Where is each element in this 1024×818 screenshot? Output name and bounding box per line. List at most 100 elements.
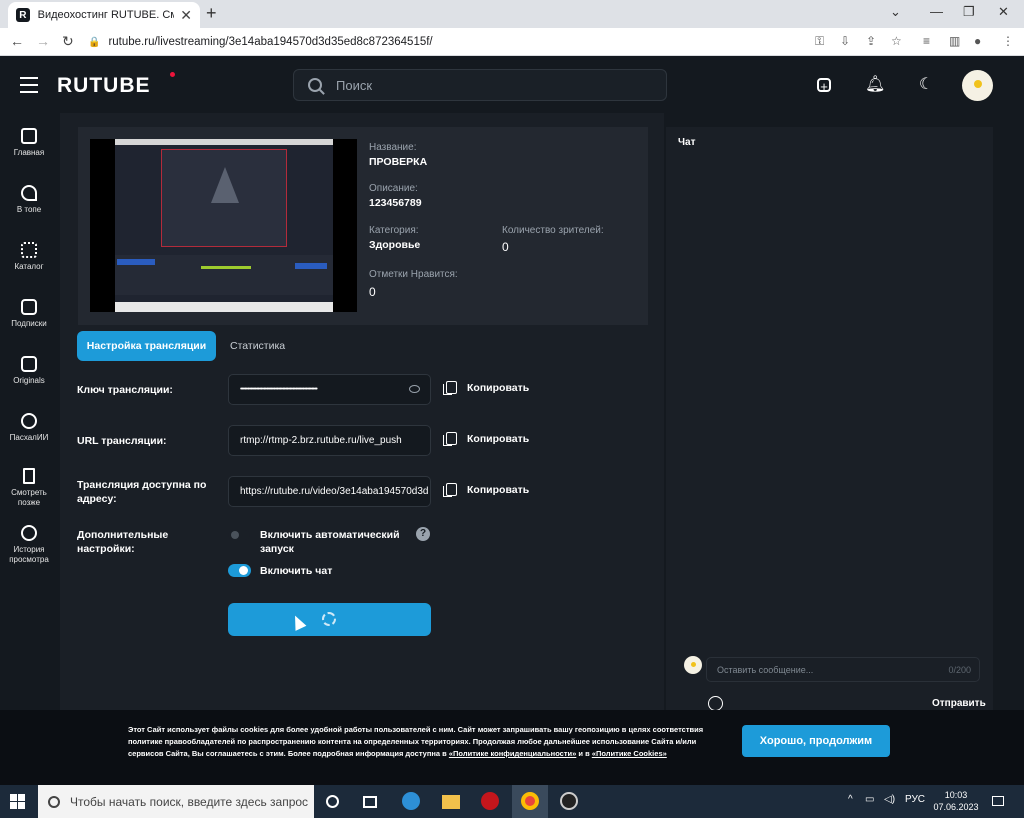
chat-send-button[interactable]: Отправить <box>932 698 986 709</box>
tab-statistics[interactable]: Статистика <box>230 340 285 352</box>
emoji-icon[interactable] <box>708 696 723 711</box>
preview-statusbar <box>115 302 333 312</box>
stream-url-value: rtmp://rtmp-2.brz.rutube.ru/live_push <box>240 435 402 446</box>
taskbar-clock[interactable]: 10:03 07.06.2023 <box>930 789 982 813</box>
sidebar-item-home[interactable]: Главная <box>0 128 58 158</box>
key-icon[interactable]: ⚿ <box>815 34 824 49</box>
cookie-banner: Этот Сайт использует файлы cookies для б… <box>0 710 1024 785</box>
sidebar-item-catalog[interactable]: Каталог <box>0 242 58 272</box>
grid-icon <box>21 242 37 258</box>
sidebar-item-subscriptions[interactable]: Подписки <box>0 299 58 329</box>
opera-icon[interactable] <box>481 792 499 810</box>
stream-preview[interactable] <box>90 139 357 312</box>
cookie-accept-button[interactable]: Хорошо, продолжим <box>742 725 890 757</box>
chrome-icon[interactable] <box>521 792 539 810</box>
sidebar-item-watch-later[interactable]: Смотреть позже <box>0 468 58 508</box>
menu-dots-icon[interactable]: ⋮ <box>1002 34 1014 48</box>
preview-audio-meter <box>201 266 251 269</box>
chat-title: Чат <box>678 137 696 148</box>
close-tab-icon[interactable]: ✕ <box>180 7 192 24</box>
preview-control-highlight <box>295 263 327 269</box>
copy-icon <box>443 432 457 446</box>
chat-toggle[interactable] <box>228 564 251 577</box>
privacy-policy-link[interactable]: «Политике конфиденциальности» <box>449 749 576 758</box>
cookie-policy-link[interactable]: «Политике Cookies» <box>592 749 667 758</box>
copy-icon <box>443 381 457 395</box>
stream-address-field[interactable]: https://rutube.ru/video/3e14aba194570d3d <box>228 476 431 507</box>
add-video-icon[interactable]: + <box>817 78 831 94</box>
bookmark-star-icon[interactable]: ☆ <box>891 34 902 48</box>
stream-key-value: ••••••••••••••••••••••••••••••••••••••••… <box>240 386 318 393</box>
profile-icon[interactable]: ● <box>974 34 981 48</box>
copy-icon <box>443 483 457 497</box>
copy-label: Копировать <box>467 381 530 394</box>
help-icon[interactable]: ? <box>416 527 430 541</box>
side-panel-icon[interactable]: ▥ <box>949 34 960 48</box>
browser-tab[interactable]: R Видеохостинг RUTUBE. Смотрите ✕ <box>8 2 200 28</box>
rocket-icon <box>21 185 37 201</box>
start-stream-button[interactable] <box>228 603 431 636</box>
chat-input-placeholder: Оставить сообщение... <box>717 664 814 675</box>
bell-icon[interactable]: 🔔︎ <box>865 75 885 95</box>
tab-search-icon[interactable]: ⌄ <box>890 4 901 20</box>
clock-time: 10:03 <box>944 790 968 800</box>
sidebar-item-originals[interactable]: Originals <box>0 356 58 386</box>
chat-message-input[interactable]: Оставить сообщение... 0/200 <box>706 657 980 682</box>
edge-icon[interactable] <box>402 792 420 810</box>
share-icon[interactable]: ⇪ <box>866 34 876 48</box>
new-tab-icon[interactable]: + <box>206 3 217 24</box>
taskbar-search-input[interactable]: Чтобы начать поиск, введите здесь запрос <box>38 785 314 818</box>
moon-icon[interactable]: ☾ <box>916 75 936 95</box>
install-icon[interactable]: ⇩ <box>840 34 850 48</box>
app-header: RUTUBE Поиск + 🔔︎ ☾ <box>0 57 1024 113</box>
forward-icon[interactable]: → <box>36 33 50 49</box>
sidebar: Главная В топе Каталог Подписки Original… <box>0 113 58 783</box>
originals-icon <box>21 356 37 372</box>
reload-icon[interactable]: ↻ <box>62 33 74 50</box>
notifications-icon[interactable] <box>992 796 1004 806</box>
chat-panel <box>666 127 993 710</box>
category-label: Категория: <box>369 225 419 236</box>
description-value: 123456789 <box>369 197 422 209</box>
stream-url-label: URL трансляции: <box>77 435 167 447</box>
network-icon[interactable]: ▭ <box>865 794 874 805</box>
sidebar-item-easter[interactable]: ПасхалИИ <box>0 413 58 443</box>
sidebar-item-history[interactable]: История просмотра <box>0 525 58 565</box>
tray-chevron-icon[interactable]: ^ <box>848 794 853 805</box>
stream-key-field[interactable]: ••••••••••••••••••••••••••••••••••••••••… <box>228 374 431 405</box>
sidebar-item-label: Подписки <box>11 319 47 328</box>
menu-burger-icon[interactable] <box>20 77 38 98</box>
taskbar-search-placeholder: Чтобы начать поиск, введите здесь запрос <box>70 794 309 809</box>
windows-start-icon[interactable] <box>10 794 25 809</box>
restore-icon[interactable]: ❐ <box>963 4 975 20</box>
address-bar: ← → ↻ 🔒 rutube.ru/livestreaming/3e14aba1… <box>0 28 1024 56</box>
avatar[interactable] <box>962 70 993 101</box>
minimize-icon[interactable]: — <box>930 4 943 19</box>
copy-label: Копировать <box>467 432 530 445</box>
stream-url-field[interactable]: rtmp://rtmp-2.brz.rutube.ru/live_push <box>228 425 431 456</box>
volume-icon[interactable]: ◁) <box>884 794 895 805</box>
cortana-icon[interactable] <box>326 795 339 808</box>
reading-list-icon[interactable]: ≡ <box>923 34 930 48</box>
copy-url-button[interactable]: Копировать <box>443 432 530 446</box>
url-field[interactable]: 🔒 rutube.ru/livestreaming/3e14aba194570d… <box>88 31 808 53</box>
task-view-icon[interactable] <box>363 796 377 808</box>
obs-icon[interactable] <box>560 792 578 810</box>
rutube-logo[interactable]: RUTUBE <box>57 74 151 98</box>
search-input[interactable]: Поиск <box>293 69 667 101</box>
copy-key-button[interactable]: Копировать <box>443 381 530 395</box>
copy-address-button[interactable]: Копировать <box>443 483 530 497</box>
home-icon <box>21 128 37 144</box>
file-explorer-icon[interactable] <box>442 795 460 809</box>
window-close-icon[interactable]: ✕ <box>998 4 1009 20</box>
sidebar-item-top[interactable]: В топе <box>0 185 58 215</box>
cookie-text: Этот Сайт использует файлы cookies для б… <box>128 724 708 760</box>
eye-icon[interactable] <box>409 385 420 393</box>
copy-label: Копировать <box>467 483 530 496</box>
language-indicator[interactable]: РУС <box>905 794 925 805</box>
preview-screen <box>115 139 333 312</box>
viewers-label: Количество зрителей: <box>502 225 604 236</box>
back-icon[interactable]: ← <box>10 33 24 49</box>
tab-stream-settings[interactable]: Настройка трансляции <box>77 331 216 361</box>
autostart-toggle[interactable] <box>228 530 250 540</box>
